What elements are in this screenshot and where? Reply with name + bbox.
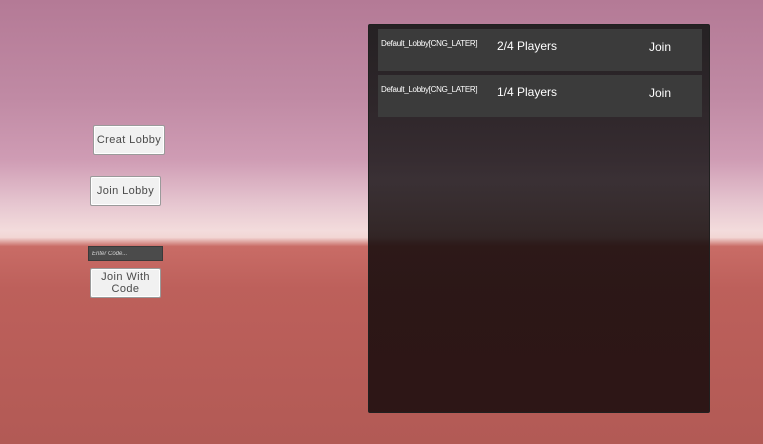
join-lobby-row-button[interactable]: Join bbox=[638, 86, 682, 100]
create-lobby-button[interactable]: Creat Lobby bbox=[93, 125, 165, 155]
lobby-list-item: Default_Lobby[CNG_LATER] 1/4 Players Joi… bbox=[378, 75, 702, 117]
lobby-name: Default_Lobby[CNG_LATER] bbox=[381, 85, 478, 94]
lobby-player-count: 1/4 Players bbox=[497, 85, 558, 99]
lobby-name: Default_Lobby[CNG_LATER] bbox=[381, 39, 478, 48]
join-lobby-button[interactable]: Join Lobby bbox=[90, 176, 161, 206]
lobby-list-item: Default_Lobby[CNG_LATER] 2/4 Players Joi… bbox=[378, 29, 702, 71]
join-with-code-button[interactable]: Join With Code bbox=[90, 268, 161, 298]
lobby-player-count: 2/4 Players bbox=[497, 39, 558, 53]
lobby-list-panel[interactable]: Default_Lobby[CNG_LATER] 2/4 Players Joi… bbox=[368, 24, 710, 413]
lobby-code-input[interactable] bbox=[88, 246, 163, 261]
join-lobby-row-button[interactable]: Join bbox=[638, 40, 682, 54]
